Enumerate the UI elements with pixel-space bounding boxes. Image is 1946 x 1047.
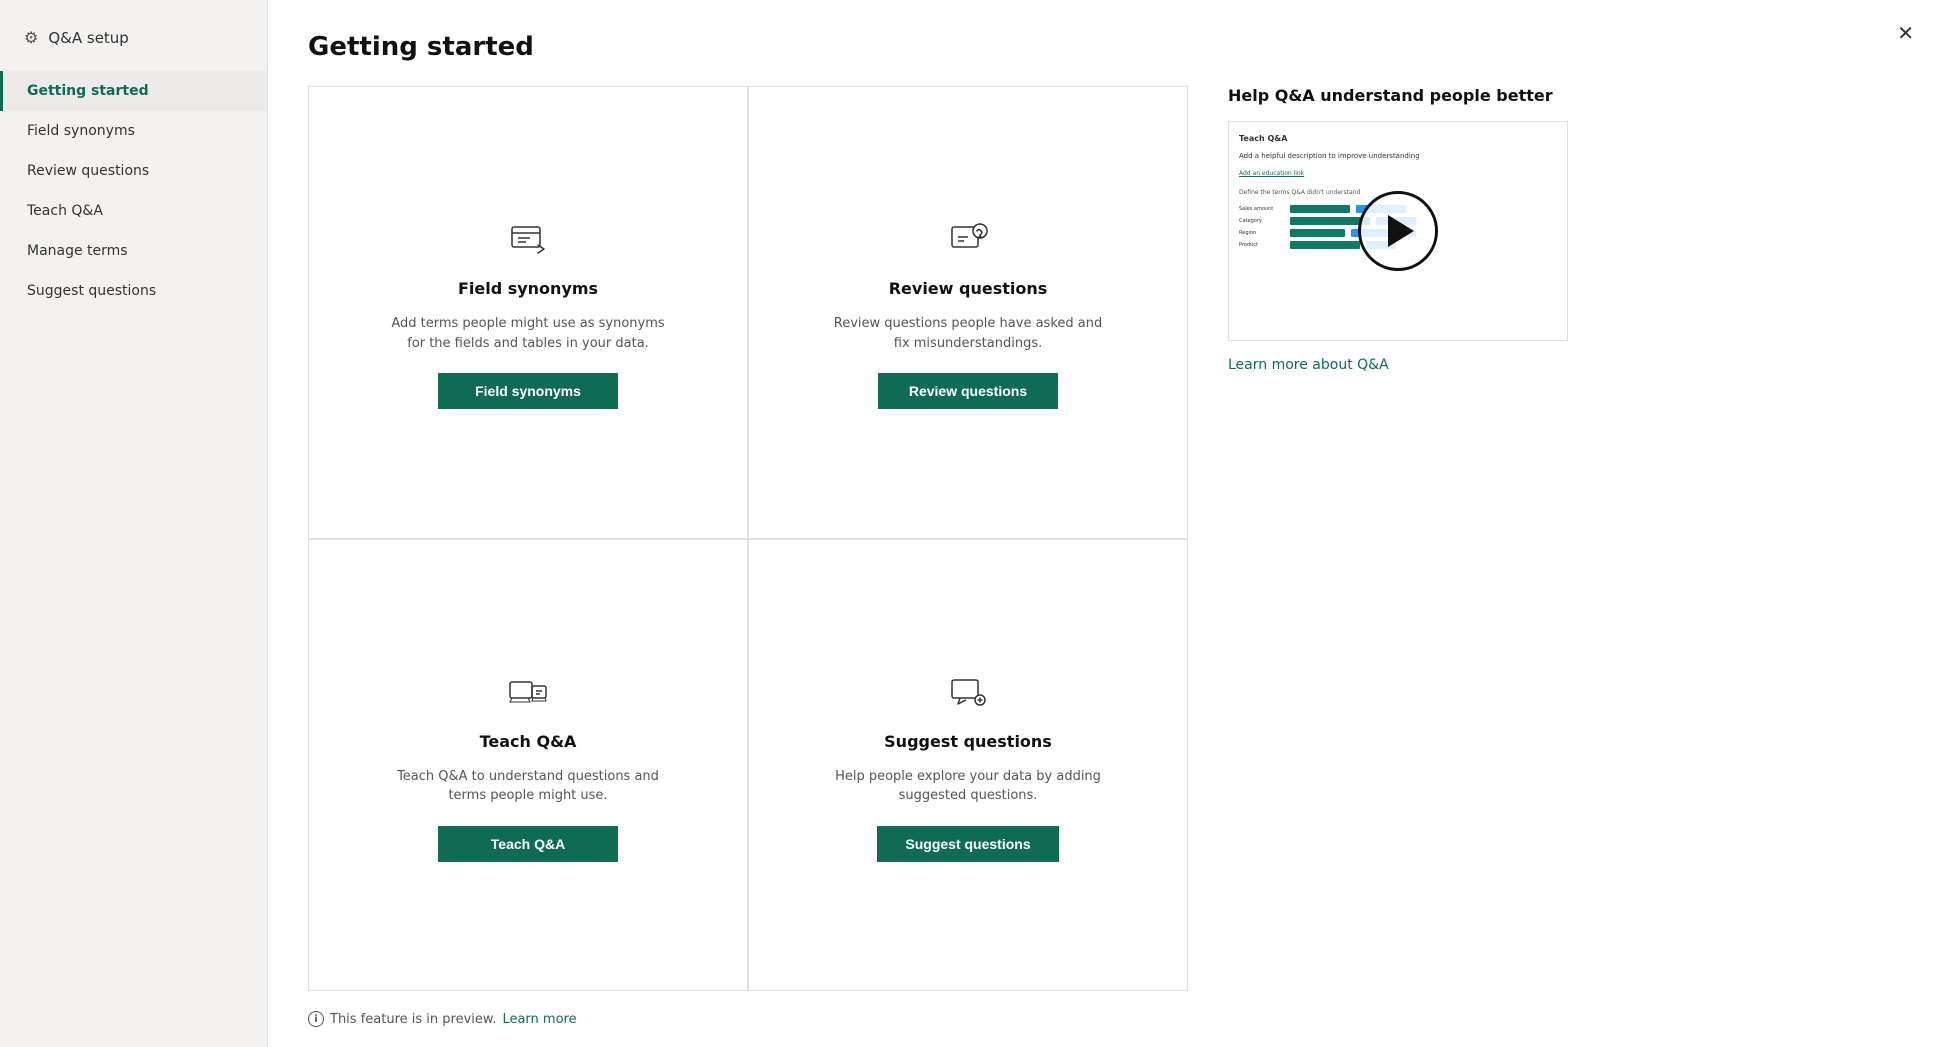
teach-qa-desc: Teach Q&A to understand questions and te… <box>388 767 668 806</box>
cards-grid: Field synonyms Add terms people might us… <box>308 86 1188 991</box>
sidebar-item-manage-terms[interactable]: Manage terms <box>0 231 267 271</box>
teach-svg-icon <box>508 672 548 712</box>
suggest-svg-icon <box>948 672 988 712</box>
play-triangle-icon <box>1388 215 1414 247</box>
sidebar-title: Q&A setup <box>48 29 129 47</box>
field-synonyms-button[interactable]: Field synonyms <box>438 373 618 409</box>
right-panel: Help Q&A understand people better Teach … <box>1188 86 1568 991</box>
close-button[interactable]: ✕ <box>1893 20 1918 48</box>
main-header: Getting started <box>268 0 1946 86</box>
sidebar-item-field-synonyms[interactable]: Field synonyms <box>0 111 267 151</box>
learn-more-link[interactable]: Learn more about Q&A <box>1228 357 1568 373</box>
suggest-questions-card: Suggest questions Help people explore yo… <box>748 539 1188 992</box>
review-svg-icon <box>948 219 988 259</box>
teach-qa-card: Teach Q&A Teach Q&A to understand questi… <box>308 539 748 992</box>
play-button[interactable] <box>1358 191 1438 271</box>
review-questions-title: Review questions <box>889 279 1048 298</box>
footer-learn-more-link[interactable]: Learn more <box>502 1012 576 1027</box>
sidebar-item-review-questions[interactable]: Review questions <box>0 151 267 191</box>
review-questions-button[interactable]: Review questions <box>878 373 1058 409</box>
sidebar: ⚙ Q&A setup Getting started Field synony… <box>0 0 268 1047</box>
field-synonyms-title: Field synonyms <box>458 279 598 298</box>
sidebar-item-getting-started[interactable]: Getting started <box>0 71 267 111</box>
video-thumbnail[interactable]: Teach Q&A Add a helpful description to i… <box>1228 121 1568 341</box>
suggest-questions-title: Suggest questions <box>884 732 1052 751</box>
gear-icon: ⚙ <box>24 28 38 47</box>
suggest-questions-desc: Help people explore your data by adding … <box>828 767 1108 806</box>
suggest-questions-icon <box>944 668 992 716</box>
sidebar-item-teach-qa[interactable]: Teach Q&A <box>0 191 267 231</box>
field-synonyms-card: Field synonyms Add terms people might us… <box>308 86 748 539</box>
sidebar-header: ⚙ Q&A setup <box>0 8 267 71</box>
footer-text: This feature is in preview. <box>330 1012 496 1027</box>
footer: i This feature is in preview. Learn more <box>268 991 1946 1047</box>
sidebar-item-suggest-questions[interactable]: Suggest questions <box>0 271 267 311</box>
teach-qa-button[interactable]: Teach Q&A <box>438 826 618 862</box>
teach-qa-title: Teach Q&A <box>480 732 577 751</box>
info-icon: i <box>308 1011 324 1027</box>
help-title: Help Q&A understand people better <box>1228 86 1568 105</box>
content-area: Field synonyms Add terms people might us… <box>268 86 1946 991</box>
sidebar-nav: Getting started Field synonyms Review qu… <box>0 71 267 311</box>
main-content: Getting started Field synonyms Add terms… <box>268 0 1946 1047</box>
review-questions-card: Review questions Review questions people… <box>748 86 1188 539</box>
teach-qa-icon <box>504 668 552 716</box>
field-synonyms-desc: Add terms people might use as synonyms f… <box>388 314 668 353</box>
review-questions-desc: Review questions people have asked and f… <box>828 314 1108 353</box>
synonyms-svg-icon <box>508 219 548 259</box>
review-questions-icon <box>944 215 992 263</box>
field-synonyms-icon <box>504 215 552 263</box>
page-title: Getting started <box>308 32 1906 62</box>
suggest-questions-button[interactable]: Suggest questions <box>877 826 1058 862</box>
